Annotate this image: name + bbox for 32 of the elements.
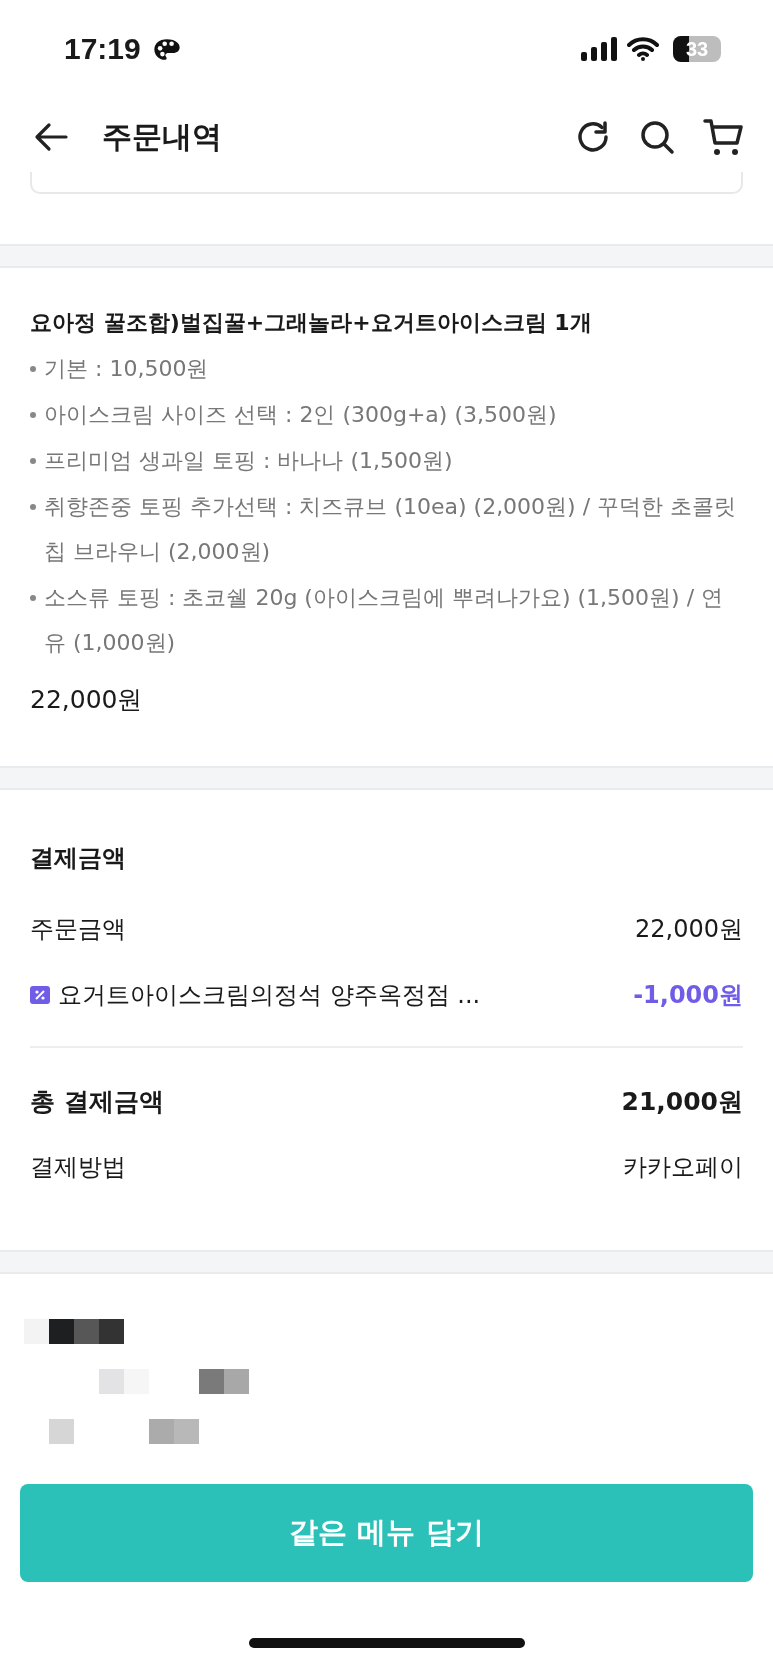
status-time: 17:19 [64, 32, 141, 66]
palette-icon [152, 37, 181, 61]
item-price: 22,000원 [30, 684, 144, 716]
cart-icon[interactable] [703, 118, 743, 156]
payment-amount: 22,000원 [635, 914, 743, 945]
add-same-menu-button[interactable]: 같은 메뉴 담기 [20, 1484, 753, 1582]
payment-label: 요거트아이스크림의정석 양주옥정점 ... [58, 980, 481, 1011]
page-title: 주문내역 [102, 117, 222, 156]
bullet-icon [30, 504, 36, 510]
coupon-icon [30, 985, 50, 1005]
wifi-icon [627, 37, 659, 61]
option-text: 아이스크림 사이즈 선택 : 2인 (300g+a) (3,500원) [44, 401, 557, 429]
section-title: 결제금액 [30, 843, 127, 874]
payment-method: 카카오페이 [623, 1152, 743, 1183]
total-amount: 21,000원 [621, 1085, 743, 1118]
bullet-icon [30, 412, 36, 418]
payment-method-label: 결제방법 [30, 1152, 126, 1183]
payment-label: 주문금액 [30, 914, 126, 945]
option-text: 기본 : 10,500원 [44, 355, 209, 383]
total-label: 총 결제금액 [30, 1085, 164, 1118]
back-arrow-icon[interactable] [34, 122, 68, 152]
refresh-icon[interactable] [575, 119, 611, 155]
payment-amount: -1,000원 [633, 980, 743, 1011]
bullet-icon [30, 458, 36, 464]
menu-item-title: 요아정 꿀조합)벌집꿀+그래놀라+요거트아이스크림 1개 [30, 309, 593, 337]
option-text: 취향존중 토핑 추가선택 : 치즈큐브 (10ea) (2,000원) / 꾸덕한 초콜릿칩 브라우니 (2,000원) [44, 493, 738, 566]
search-icon[interactable] [639, 119, 675, 155]
bullet-icon [30, 366, 36, 372]
signal-icon [581, 37, 617, 61]
option-text: 소스류 토핑 : 초코쉘 20g (아이스크림에 뿌려나가요) (1,500원) / 연유 (1,000원) [44, 584, 725, 657]
option-text: 프리미엄 생과일 토핑 : 바나나 (1,500원) [44, 447, 453, 475]
bullet-icon [30, 595, 36, 601]
